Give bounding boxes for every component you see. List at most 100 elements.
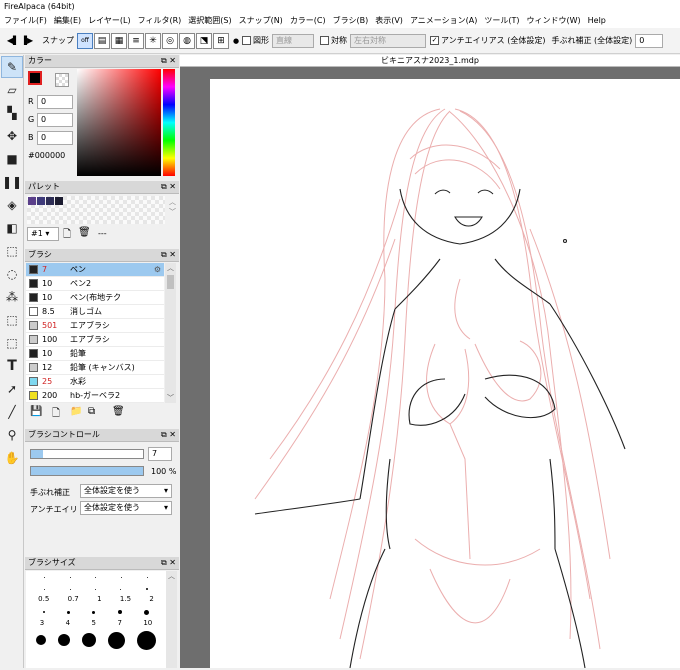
palette-select[interactable]: #1 ▾ [27, 227, 59, 241]
snap-radial-icon[interactable]: ✳ [145, 32, 161, 49]
size-label[interactable]: 10 [143, 619, 152, 629]
snap-curve-icon[interactable]: ◍ [179, 32, 195, 49]
snap-circle-icon[interactable]: ◎ [162, 32, 178, 49]
dot-icon[interactable]: ● [230, 32, 242, 50]
menu-item-5[interactable]: スナップ(N) [239, 16, 283, 25]
brush-row[interactable]: 7 ペン ⚙ [26, 263, 164, 277]
transparent-color-icon[interactable] [55, 73, 69, 87]
lasso-tool-icon[interactable]: ◌ [1, 263, 23, 285]
stabilizer-select[interactable]: 全体設定を使う ▾ [80, 484, 172, 498]
menu-item-9[interactable]: アニメーション(A) [410, 16, 477, 25]
b-input[interactable]: 0 [37, 131, 73, 145]
color-picker-square[interactable] [77, 69, 161, 176]
brush-settings-icon[interactable]: ⚙ [154, 265, 161, 274]
panel-controls-icon[interactable]: ⧉ ✕ [161, 429, 176, 441]
eraser-tool-icon[interactable]: ▱ [1, 79, 23, 101]
g-input[interactable]: 0 [37, 113, 73, 127]
move-tool-icon[interactable]: ✥ [1, 125, 23, 147]
snap-off-button[interactable]: off [77, 32, 93, 49]
opacity-slider[interactable] [30, 466, 144, 476]
menu-item-2[interactable]: レイヤー(L) [88, 16, 130, 25]
panel-controls-icon[interactable]: ⧉ ✕ [161, 181, 176, 193]
menu-item-6[interactable]: カラー(C) [290, 16, 326, 25]
brush-row[interactable]: 200 hb-ガーベラ2 [26, 389, 164, 403]
size-label[interactable]: 7 [117, 619, 121, 629]
primary-color-icon[interactable] [28, 71, 42, 85]
menu-item-8[interactable]: 表示(V) [375, 16, 403, 25]
brush-size-scrollbar[interactable]: ︿ [166, 571, 177, 668]
snap-settings-icon[interactable]: ⊞ [213, 32, 229, 49]
prev-icon[interactable]: ◀▌ [6, 32, 20, 50]
antialias-select[interactable]: 全体設定を使う ▾ [80, 501, 172, 515]
next-icon[interactable]: ▐▶ [20, 32, 34, 50]
dot-tool-icon[interactable]: ▚ [1, 102, 23, 124]
magic-wand-icon[interactable]: ⁂ [1, 286, 23, 308]
fill-tool-icon[interactable]: ◈ [1, 194, 23, 216]
brush-row[interactable]: 501 エアブラシ [26, 319, 164, 333]
panel-controls-icon[interactable]: ⧉ ✕ [161, 55, 176, 67]
brush-row[interactable]: 8.5 消しゴム [26, 305, 164, 319]
shape-tool-icon[interactable]: ■ [1, 148, 23, 170]
gradient-tool-icon[interactable]: ◧ [1, 217, 23, 239]
size-label[interactable]: 4 [66, 619, 70, 629]
size-label[interactable]: 3 [40, 619, 44, 629]
r-input[interactable]: 0 [37, 95, 73, 109]
palette-swatch[interactable] [28, 197, 36, 205]
palette-swatch[interactable] [46, 197, 54, 205]
document-tab[interactable]: ビキニアスナ2023_1.mdp [180, 55, 680, 67]
symmetry-select[interactable]: 左右対称 [350, 33, 426, 48]
shape-select[interactable]: 直線 [272, 33, 314, 48]
size-label[interactable]: 2 [149, 595, 153, 605]
text-tool-icon[interactable]: T [1, 355, 23, 377]
snap-vanishing-icon[interactable]: ≡ [128, 32, 144, 49]
palette-swatch[interactable] [37, 197, 45, 205]
brush-folder-icon[interactable]: 📁 [70, 406, 82, 417]
menu-item-11[interactable]: ウィンドウ(W) [526, 16, 580, 25]
canvas-area[interactable]: ビキニアスナ2023_1.mdp [180, 55, 680, 669]
brush-new-icon[interactable]: 🗋 [52, 406, 60, 423]
size-label[interactable]: 0.7 [68, 595, 79, 605]
brush-scrollbar[interactable]: ︿ ﹀ [165, 263, 176, 403]
brush-row[interactable]: 10 鉛筆 [26, 347, 164, 361]
palette-scroll-icon[interactable]: ︿ ﹀ [169, 197, 176, 217]
symmetry-checkbox[interactable] [320, 36, 329, 45]
size-label[interactable]: 5 [92, 619, 96, 629]
brush-row[interactable]: 10 ペン2 [26, 277, 164, 291]
antialias-checkbox[interactable]: ✓ [430, 36, 439, 45]
brush-tool-icon[interactable]: ✎ [1, 56, 23, 78]
palette-delete-icon[interactable]: 🗑 [78, 227, 91, 238]
select-pen-icon[interactable]: ⬚ [1, 309, 23, 331]
palette-swatch[interactable] [55, 197, 63, 205]
brush-row[interactable]: 12 鉛筆 (キャンバス) [26, 361, 164, 375]
menu-item-4[interactable]: 選択範囲(S) [188, 16, 231, 25]
gradient-brush-icon[interactable]: ❚❚ [1, 171, 23, 193]
brush-save-icon[interactable]: 💾 [30, 406, 42, 417]
hue-slider[interactable] [163, 69, 175, 176]
snap-crisscross-icon[interactable]: ▦ [111, 32, 127, 49]
brush-delete-icon[interactable]: 🗑 [112, 406, 125, 417]
shape-checkbox[interactable] [242, 36, 251, 45]
brush-duplicate-icon[interactable]: ⧉ [88, 406, 95, 417]
canvas-paper[interactable] [210, 79, 680, 669]
menu-item-10[interactable]: ツール(T) [484, 16, 519, 25]
palette-new-icon[interactable]: 🗋 [63, 227, 71, 244]
stabilizer-select[interactable]: 0 [635, 33, 664, 48]
menu-item-7[interactable]: ブラシ(B) [333, 16, 369, 25]
menu-item-3[interactable]: フィルタ(R) [138, 16, 182, 25]
panel-controls-icon[interactable]: ⧉ ✕ [161, 557, 176, 569]
hand-tool-icon[interactable]: ✋ [1, 447, 23, 469]
size-slider[interactable] [30, 449, 144, 459]
size-input[interactable]: 7 [148, 447, 172, 461]
divide-tool-icon[interactable]: ╱ [1, 401, 23, 423]
snap-parallel-icon[interactable]: ▤ [94, 32, 110, 49]
menu-item-12[interactable]: Help [588, 16, 606, 25]
panel-controls-icon[interactable]: ⧉ ✕ [161, 249, 176, 261]
brush-row[interactable]: 100 エアブラシ [26, 333, 164, 347]
snap-3d-icon[interactable]: ⬔ [196, 32, 212, 49]
select-tool-icon[interactable]: ⬚ [1, 240, 23, 262]
size-label[interactable]: 0.5 [38, 595, 49, 605]
menu-item-0[interactable]: ファイル(F) [4, 16, 47, 25]
select-eraser-icon[interactable]: ⬚ [1, 332, 23, 354]
size-label[interactable]: 1 [97, 595, 101, 605]
size-label[interactable]: 1.5 [120, 595, 131, 605]
